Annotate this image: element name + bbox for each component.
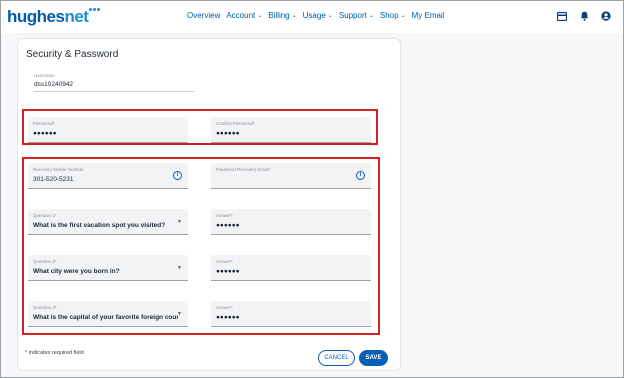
username-divider (34, 91, 194, 92)
answer-1-value: ●●●●●● (216, 222, 240, 229)
recovery-mobile-field[interactable]: Recovery Mobile Number 301-520-5231 i (28, 163, 188, 189)
answer-2-value: ●●●●●● (216, 268, 240, 275)
nav-account-label: Account (226, 11, 256, 20)
nav-billing-label: Billing (268, 11, 290, 20)
username-label: Username (34, 73, 55, 78)
confirm-password-value: ●●●●●● (216, 130, 240, 137)
question-3-select[interactable]: Question 3* What is the capital of your … (28, 301, 188, 327)
chevron-down-icon: ⌄ (291, 13, 297, 19)
dropdown-arrow-icon: ▼ (177, 311, 182, 317)
nav-account[interactable]: Account ⌄ (226, 11, 262, 20)
chevron-down-icon: ⌄ (327, 13, 333, 19)
answer-3-label: Answer* (216, 305, 233, 310)
answer-3-field[interactable]: Answer* ●●●●●● (211, 301, 371, 327)
password-label: Password* (33, 121, 55, 126)
nav-support[interactable]: Support ⌄ (339, 11, 374, 20)
nav-overview[interactable]: Overview (187, 11, 220, 20)
page-title: Security & Password (26, 49, 119, 60)
recovery-mobile-value: 301-520-5231 (33, 176, 74, 183)
top-navigation-bar: hughes net Overview Account ⌄ Billing ⌄ U… (1, 1, 623, 33)
question-2-select[interactable]: Question 2* What city were you born in? … (28, 255, 188, 281)
answer-2-field[interactable]: Answer* ●●●●●● (211, 255, 371, 281)
nav-support-label: Support (338, 11, 367, 20)
save-button[interactable]: SAVE (359, 350, 388, 366)
required-field-note: * indicates required field (25, 350, 84, 356)
password-value: ●●●●●● (33, 130, 57, 137)
nav-shop[interactable]: Shop ⌄ (380, 11, 406, 20)
username-value: dss10240942 (34, 81, 74, 88)
nav-my-email-label: My Email (411, 11, 445, 20)
question-2-value: What city were you born in? (33, 268, 120, 275)
main-nav: Overview Account ⌄ Billing ⌄ Usage ⌄ Sup… (187, 11, 444, 20)
chevron-down-icon: ⌄ (400, 13, 406, 19)
notifications-bell-icon[interactable] (579, 11, 589, 21)
question-1-value: What is the first vacation spot you visi… (33, 222, 166, 229)
recovery-mobile-label: Recovery Mobile Number (33, 167, 84, 172)
security-password-card: Security & Password Username dss10240942… (17, 38, 401, 371)
cancel-button[interactable]: CANCEL (318, 350, 355, 366)
logo-text-net: net (64, 7, 89, 26)
chevron-down-icon: ⌄ (368, 13, 374, 19)
answer-2-label: Answer* (216, 259, 233, 264)
recovery-email-field[interactable]: Password Recovery Email* i (211, 163, 371, 189)
answer-3-value: ●●●●●● (216, 314, 240, 321)
logo-dots-icon (89, 8, 101, 11)
confirm-password-label: Confirm Password* (216, 121, 255, 126)
nav-shop-label: Shop (379, 11, 399, 20)
account-user-icon[interactable] (601, 11, 611, 21)
billing-card-icon[interactable] (557, 11, 567, 21)
question-2-label: Question 2* (33, 259, 57, 264)
dropdown-arrow-icon: ▼ (177, 219, 182, 225)
logo-text-hughes: hughes (7, 7, 65, 26)
nav-usage[interactable]: Usage ⌄ (303, 11, 333, 20)
chevron-down-icon: ⌄ (257, 13, 263, 19)
question-1-label: Question 1* (33, 213, 57, 218)
nav-my-email[interactable]: My Email (412, 11, 445, 20)
dropdown-arrow-icon: ▼ (177, 265, 182, 271)
info-icon[interactable]: i (356, 171, 365, 180)
nav-usage-label: Usage (302, 11, 326, 20)
hughesnet-logo[interactable]: hughes net (7, 7, 101, 27)
question-1-select[interactable]: Question 1* What is the first vacation s… (28, 209, 188, 235)
info-icon[interactable]: i (173, 171, 182, 180)
nav-billing[interactable]: Billing ⌄ (268, 11, 296, 20)
answer-1-label: Answer* (216, 213, 233, 218)
nav-overview-label: Overview (187, 11, 221, 20)
confirm-password-field[interactable]: Confirm Password* ●●●●●● (211, 117, 371, 143)
answer-1-field[interactable]: Answer* ●●●●●● (211, 209, 371, 235)
username-display: Username dss10240942 (34, 73, 194, 92)
password-field[interactable]: Password* ●●●●●● (28, 117, 188, 143)
header-icons (557, 11, 611, 21)
recovery-email-label: Password Recovery Email* (216, 167, 271, 172)
question-3-value: What is the capital of your favorite for… (33, 314, 178, 321)
question-3-label: Question 3* (33, 305, 57, 310)
